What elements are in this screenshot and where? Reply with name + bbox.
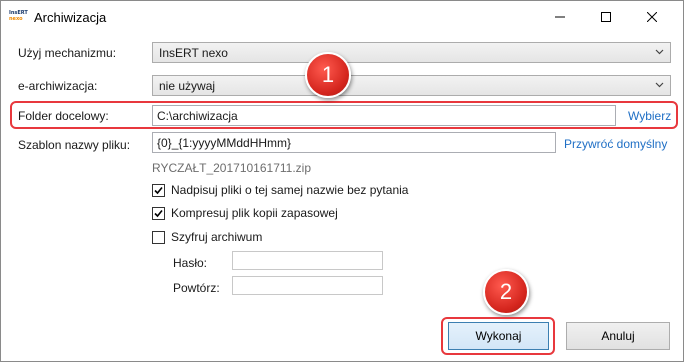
encrypt-checkbox[interactable] bbox=[152, 230, 165, 244]
window-title: Archiwizacja bbox=[34, 10, 107, 25]
template-input[interactable]: {0}_{1:yyyyMMddHHmm} bbox=[152, 132, 556, 153]
folder-label: Folder docelowy: bbox=[18, 109, 109, 123]
step-badge-1: 1 bbox=[305, 52, 351, 98]
choose-folder-link[interactable]: Wybierz bbox=[628, 109, 671, 123]
maximize-icon bbox=[601, 12, 611, 22]
mechanism-select[interactable]: InsERT nexo bbox=[152, 42, 671, 63]
chevron-down-icon bbox=[655, 49, 664, 55]
earchive-select[interactable]: nie używaj bbox=[152, 75, 671, 96]
overwrite-option[interactable]: Nadpisuj pliki o tej samej nazwie bez py… bbox=[152, 182, 408, 198]
minimize-button[interactable] bbox=[537, 1, 583, 33]
restore-default-link[interactable]: Przywróć domyślny bbox=[564, 137, 667, 151]
password-input[interactable] bbox=[232, 251, 383, 270]
overwrite-label: Nadpisuj pliki o tej samej nazwie bez py… bbox=[171, 183, 409, 197]
checkmark-icon bbox=[154, 209, 163, 217]
title-bar: InsERT nexo Archiwizacja bbox=[1, 1, 683, 33]
step-badge-2: 2 bbox=[483, 269, 529, 315]
earchive-value: nie używaj bbox=[159, 79, 216, 93]
close-icon bbox=[647, 12, 657, 22]
maximize-button[interactable] bbox=[583, 1, 629, 33]
checkmark-icon bbox=[154, 186, 163, 194]
filename-preview: RYCZAŁT_201710161711.zip bbox=[152, 161, 311, 175]
cancel-button[interactable]: Anuluj bbox=[566, 322, 670, 350]
archive-dialog: InsERT nexo Archiwizacja Użyj mechanizmu… bbox=[0, 0, 684, 362]
mechanism-value: InsERT nexo bbox=[159, 46, 228, 60]
mechanism-label: Użyj mechanizmu: bbox=[18, 46, 117, 60]
compress-option[interactable]: Kompresuj plik kopii zapasowej bbox=[152, 205, 338, 221]
close-button[interactable] bbox=[629, 1, 675, 33]
folder-input[interactable]: C:\archiwizacja bbox=[152, 105, 616, 126]
execute-button[interactable]: Wykonaj bbox=[448, 322, 549, 350]
compress-checkbox[interactable] bbox=[152, 206, 165, 220]
compress-label: Kompresuj plik kopii zapasowej bbox=[171, 206, 338, 220]
encrypt-option[interactable]: Szyfruj archiwum bbox=[152, 229, 262, 245]
password-label: Hasło: bbox=[173, 256, 208, 270]
overwrite-checkbox[interactable] bbox=[152, 183, 165, 197]
earchive-label: e-archiwizacja: bbox=[18, 79, 98, 93]
app-logo-icon: InsERT nexo bbox=[9, 10, 28, 24]
logo-bottom-text: nexo bbox=[9, 16, 23, 22]
repeat-password-label: Powtórz: bbox=[173, 281, 220, 295]
chevron-down-icon bbox=[655, 82, 664, 88]
encrypt-label: Szyfruj archiwum bbox=[171, 230, 263, 244]
minimize-icon bbox=[555, 16, 565, 18]
template-label: Szablon nazwy pliku: bbox=[18, 138, 131, 152]
repeat-password-input[interactable] bbox=[232, 276, 383, 295]
